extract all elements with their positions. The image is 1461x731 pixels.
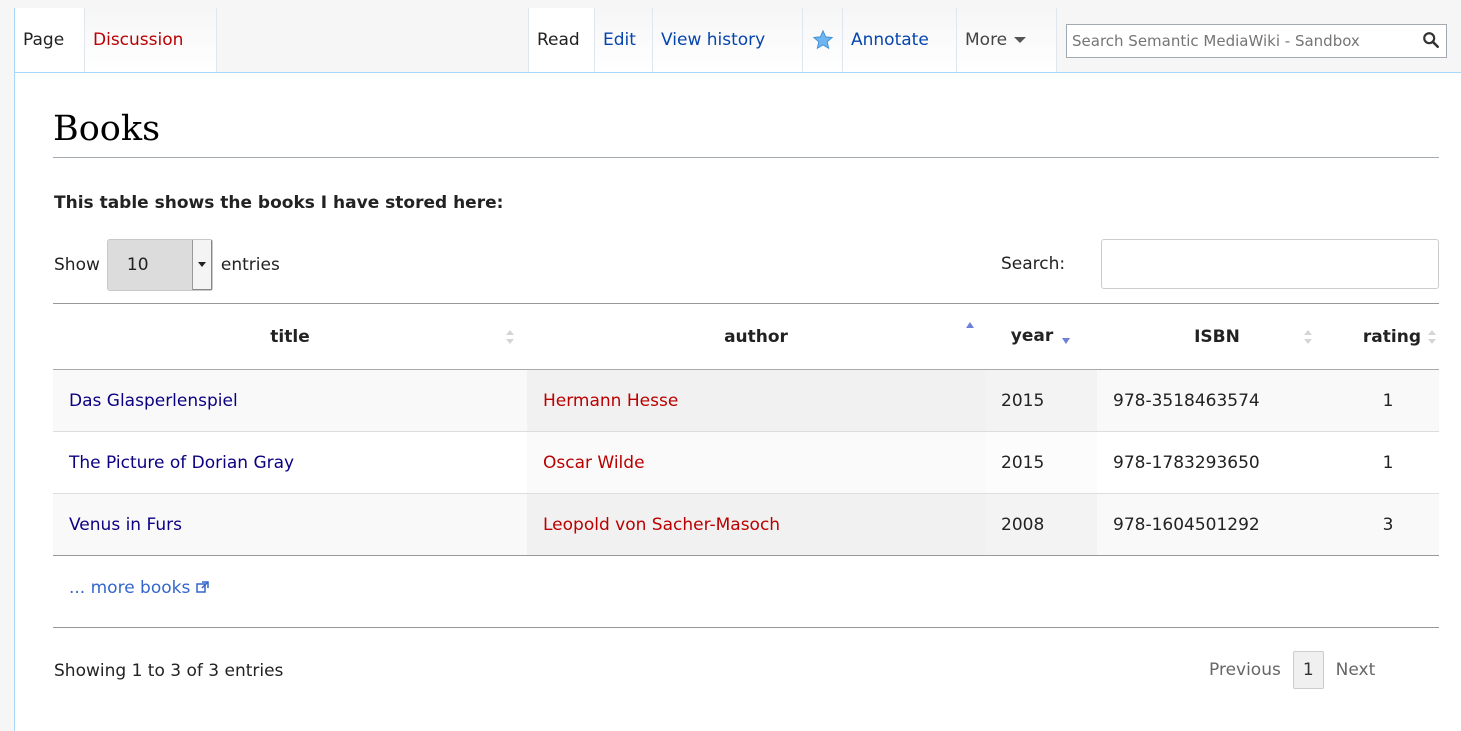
column-header-label: title xyxy=(270,326,310,347)
cell-title: The Picture of Dorian Gray xyxy=(53,431,527,494)
tab-more-label: More xyxy=(965,30,1008,50)
cell-rating: 1 xyxy=(1337,431,1439,494)
book-title-link[interactable]: Venus in Furs xyxy=(69,515,182,535)
column-header-label: year xyxy=(1010,326,1054,346)
tab-annotate[interactable]: Annotate xyxy=(842,8,956,72)
site-search-box xyxy=(1066,24,1447,58)
cell-author: Oscar Wilde xyxy=(527,431,985,494)
author-link[interactable]: Hermann Hesse xyxy=(543,391,678,411)
previous-button[interactable]: Previous xyxy=(1199,652,1291,688)
pagination: Previous 1 Next xyxy=(1199,651,1385,689)
book-title-link[interactable]: The Picture of Dorian Gray xyxy=(69,453,294,473)
author-link[interactable]: Oscar Wilde xyxy=(543,453,645,473)
table-header-row: title author year ISBN rating xyxy=(53,303,1439,370)
table-row: Das Glasperlenspiel Hermann Hesse 2015 9… xyxy=(53,369,1439,432)
content-area: Books This table shows the books I have … xyxy=(14,72,1461,731)
next-button[interactable]: Next xyxy=(1326,652,1386,688)
tab-view-history-label: View history xyxy=(661,30,766,50)
cell-year: 2015 xyxy=(985,431,1097,494)
column-header-author[interactable]: author xyxy=(527,303,985,370)
cell-isbn: 978-1604501292 xyxy=(1097,493,1337,556)
entries-select[interactable]: 10 xyxy=(106,239,213,291)
book-title-link[interactable]: Das Glasperlenspiel xyxy=(69,391,238,411)
column-header-label: ISBN xyxy=(1194,326,1240,347)
column-header-title[interactable]: title xyxy=(53,303,527,370)
more-books-link[interactable]: ... more books xyxy=(69,578,209,598)
tab-discussion[interactable]: Discussion xyxy=(84,8,216,72)
sort-desc-icon xyxy=(1062,338,1071,344)
tab-read[interactable]: Read xyxy=(528,8,594,72)
external-link-icon xyxy=(196,581,209,593)
entries-select-value: 10 xyxy=(126,255,149,275)
divider xyxy=(53,627,1439,628)
cell-title: Das Glasperlenspiel xyxy=(53,369,527,432)
cell-year: 2008 xyxy=(985,493,1097,556)
tab-view-history[interactable]: View history xyxy=(652,8,802,72)
site-search-input[interactable] xyxy=(1072,32,1412,50)
tab-read-label: Read xyxy=(537,30,580,50)
tab-annotate-label: Annotate xyxy=(851,30,929,50)
tab-edit-label: Edit xyxy=(603,30,636,50)
author-link[interactable]: Leopold von Sacher-Masoch xyxy=(543,515,780,535)
table-row: Venus in Furs Leopold von Sacher-Masoch … xyxy=(53,493,1439,556)
cell-rating: 1 xyxy=(1337,369,1439,432)
select-arrow-icon xyxy=(191,240,212,290)
books-table: title author year ISBN rating Das Glaspe… xyxy=(53,303,1439,556)
sort-asc-icon xyxy=(966,321,974,328)
tab-edit[interactable]: Edit xyxy=(594,8,652,72)
tab-page[interactable]: Page xyxy=(14,8,84,72)
table-row: The Picture of Dorian Gray Oscar Wilde 2… xyxy=(53,431,1439,494)
sort-both-icon xyxy=(1304,329,1312,344)
tab-bar: Page Discussion Read Edit View history A… xyxy=(0,0,1461,72)
column-header-isbn[interactable]: ISBN xyxy=(1097,303,1337,370)
table-search-label: Search: xyxy=(1001,254,1066,274)
watch-star-button[interactable] xyxy=(802,8,842,72)
page-title: Books xyxy=(53,109,1439,158)
tab-page-label: Page xyxy=(23,30,65,50)
cell-year: 2015 xyxy=(985,369,1097,432)
cell-rating: 3 xyxy=(1337,493,1439,556)
chevron-down-icon xyxy=(1014,37,1027,43)
cell-isbn: 978-3518463574 xyxy=(1097,369,1337,432)
column-header-year[interactable]: year xyxy=(985,303,1097,370)
sort-both-icon xyxy=(1428,329,1436,344)
star-icon xyxy=(812,29,833,50)
more-books-label: ... more books xyxy=(69,578,191,598)
table-info: Showing 1 to 3 of 3 entries xyxy=(54,661,284,681)
page-button-current[interactable]: 1 xyxy=(1292,651,1324,689)
intro-text: This table shows the books I have stored… xyxy=(54,193,504,213)
tab-separator xyxy=(1056,8,1057,72)
table-search-input[interactable] xyxy=(1101,239,1439,289)
tab-discussion-label: Discussion xyxy=(93,30,184,50)
column-header-label: rating xyxy=(1362,326,1421,347)
cell-author: Leopold von Sacher-Masoch xyxy=(527,493,985,556)
entries-label: entries xyxy=(220,255,280,275)
show-label: Show xyxy=(54,255,100,275)
column-header-rating[interactable]: rating xyxy=(1337,303,1439,370)
tab-more-menu[interactable]: More xyxy=(956,8,1056,72)
sort-both-icon xyxy=(506,329,514,344)
cell-author: Hermann Hesse xyxy=(527,369,985,432)
cell-title: Venus in Furs xyxy=(53,493,527,556)
tab-separator xyxy=(216,8,217,72)
cell-isbn: 978-1783293650 xyxy=(1097,431,1337,494)
entries-length-control: Show 10 entries xyxy=(54,239,280,291)
search-icon[interactable] xyxy=(1422,31,1440,49)
column-header-label: author xyxy=(724,326,788,347)
